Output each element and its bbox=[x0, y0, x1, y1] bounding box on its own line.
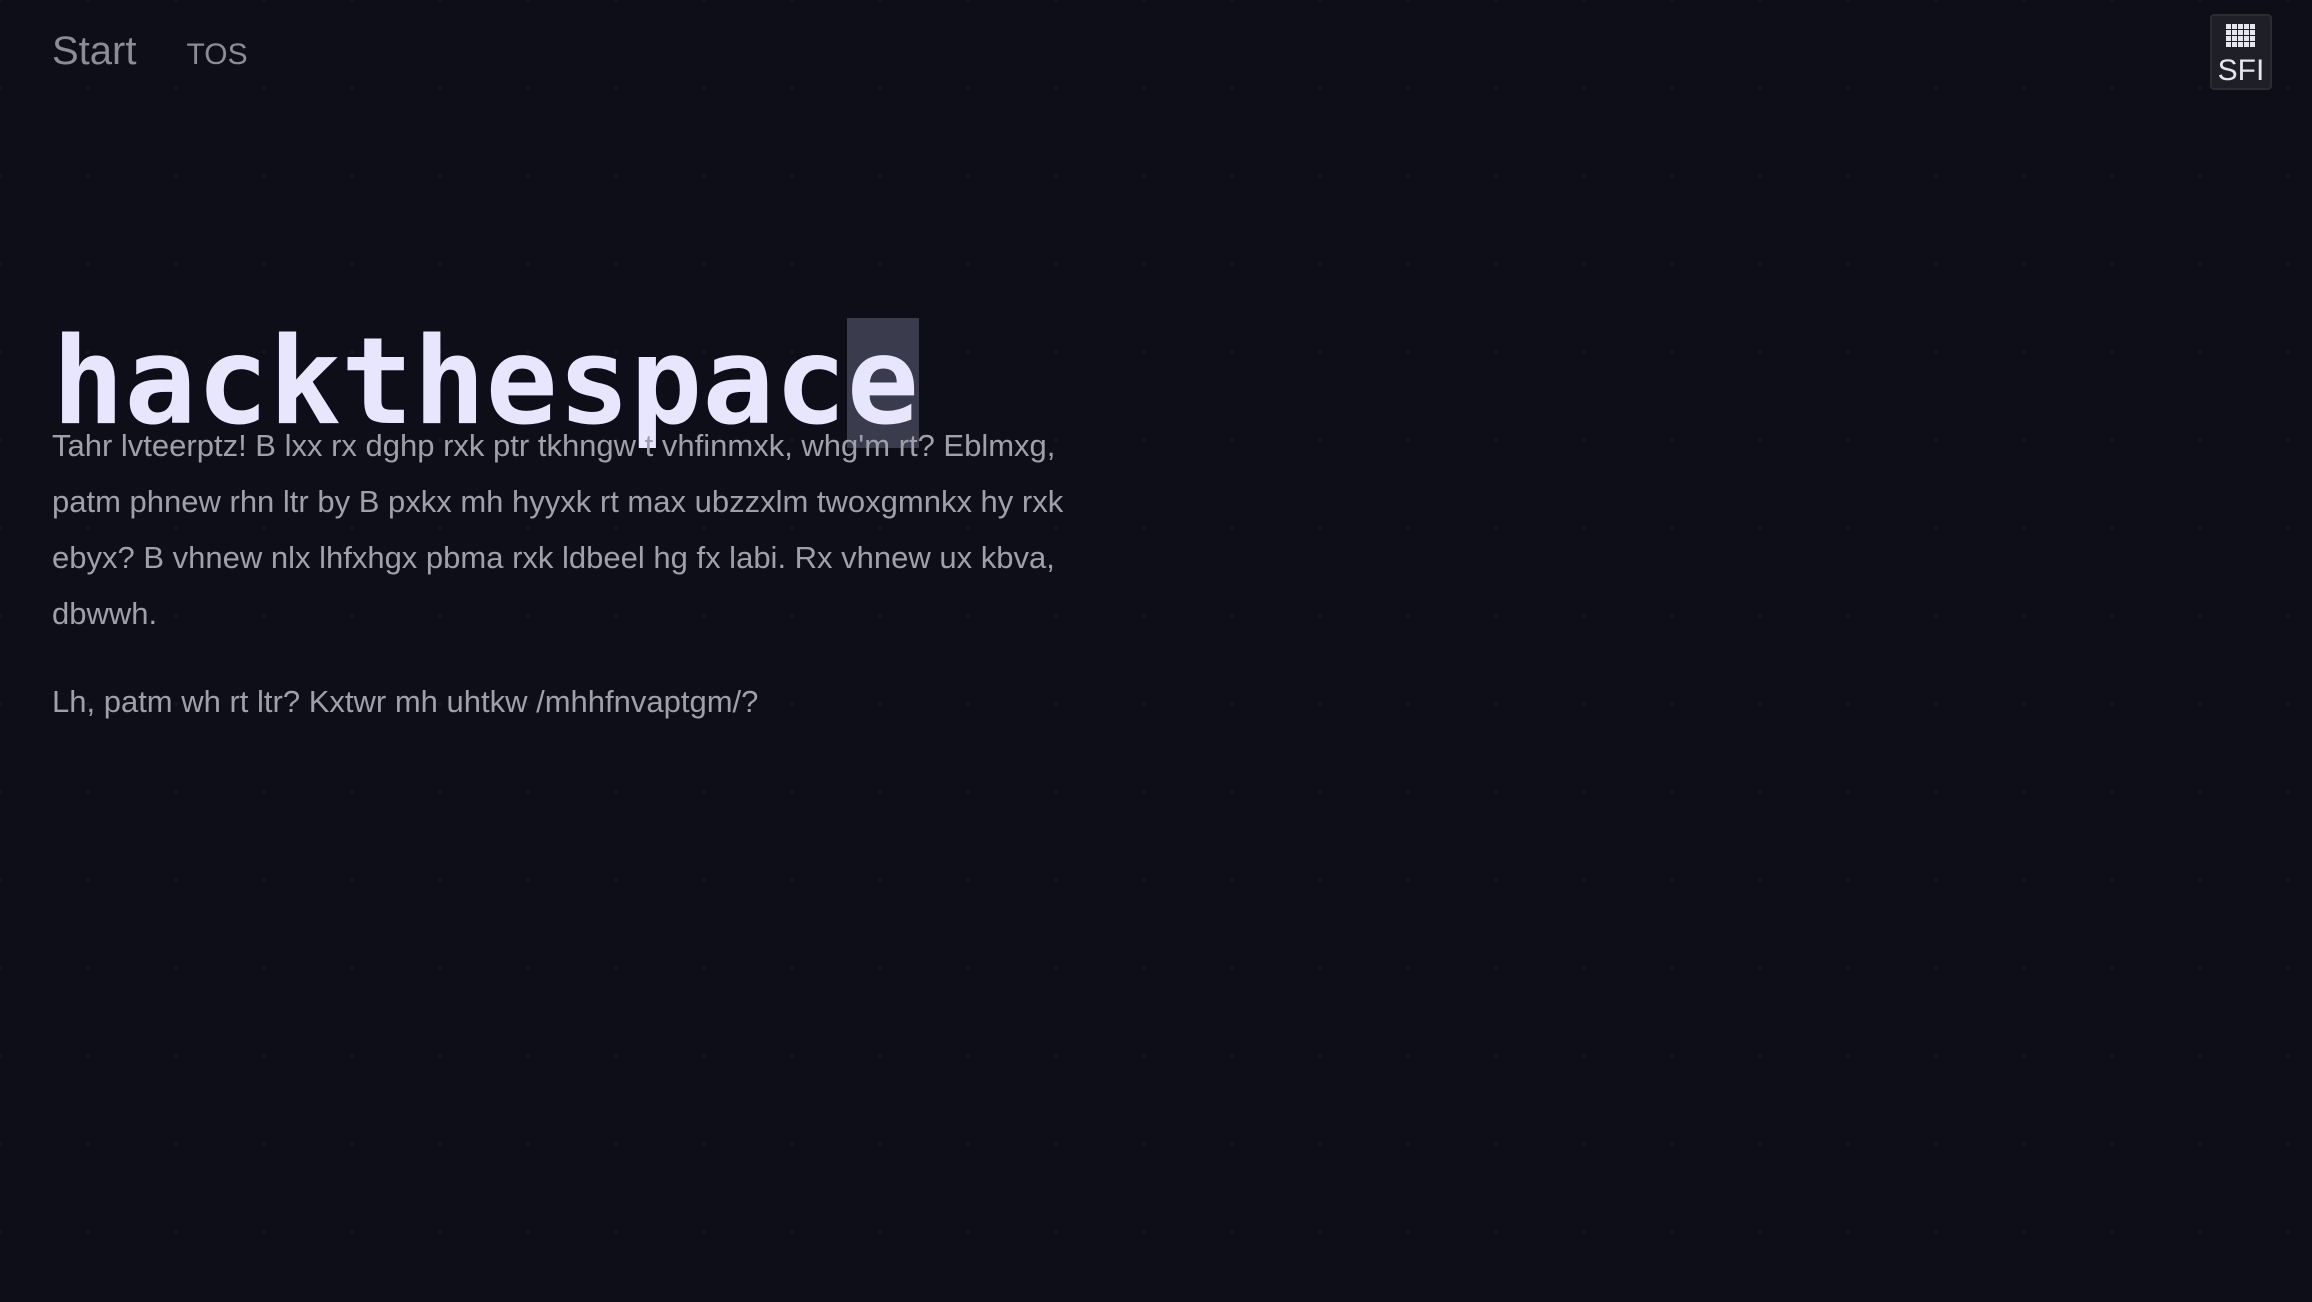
prompt-paragraph: Lh, patm wh rt ltr? Kxtwr mh uhtkw /mhhf… bbox=[52, 684, 759, 719]
intro-paragraph: Tahr lvteerptz! B lxx rx dghp rxk ptr tk… bbox=[52, 428, 1064, 631]
main-content: Tahr lvteerptz! B lxx rx dghp rxk ptr tk… bbox=[52, 418, 1112, 730]
top-nav: Start TOS bbox=[52, 26, 248, 80]
nav-tos-link[interactable]: TOS bbox=[186, 30, 247, 80]
grid-dots-icon: SFI bbox=[2218, 24, 2265, 87]
sfi-logo[interactable]: SFI bbox=[2210, 14, 2272, 90]
nav-start-link[interactable]: Start bbox=[52, 26, 136, 76]
logo-text: SFI bbox=[2218, 54, 2265, 87]
